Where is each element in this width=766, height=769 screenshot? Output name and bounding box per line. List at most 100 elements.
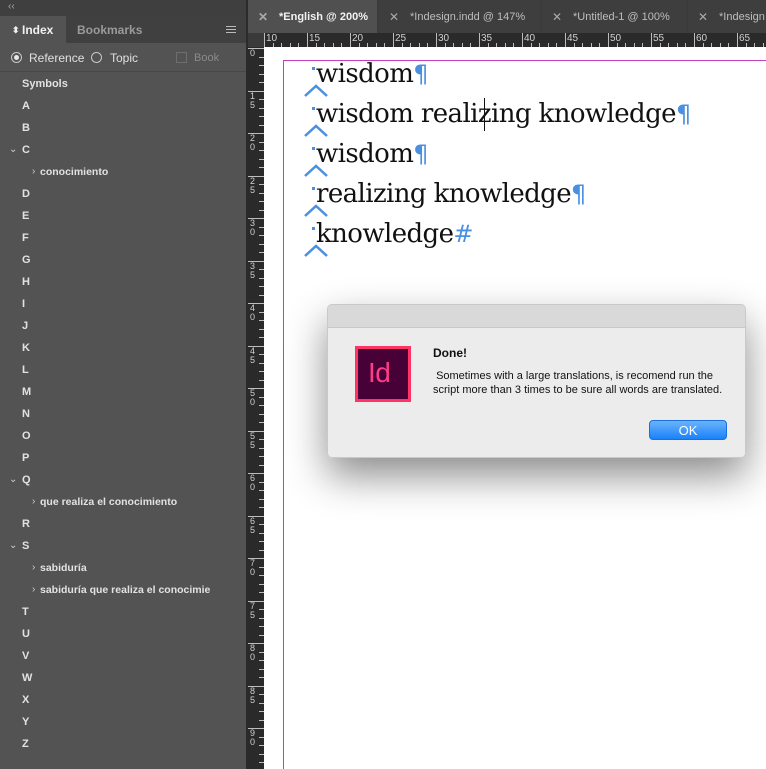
- index-marker-icon: [312, 227, 315, 230]
- tab-english-label: *English @ 200%: [279, 11, 368, 23]
- index-section[interactable]: A: [0, 95, 246, 117]
- ruler-label: 3 5: [250, 260, 256, 280]
- end-of-story-icon: #: [453, 220, 473, 248]
- index-section[interactable]: O: [0, 425, 246, 447]
- index-section[interactable]: ⌄ Q: [0, 469, 246, 491]
- index-section[interactable]: Symbols: [0, 73, 246, 95]
- index-marker-icon: [312, 147, 315, 150]
- ruler-major-tick: [737, 33, 738, 47]
- ruler-major-tick: [393, 33, 394, 47]
- index-entry-label: L: [22, 364, 29, 376]
- close-icon[interactable]: ✕: [258, 0, 268, 33]
- text-line[interactable]: knowledge#: [312, 219, 473, 249]
- panel-menu-icon[interactable]: [226, 16, 238, 43]
- index-subentry[interactable]: › sabiduría: [0, 557, 246, 579]
- index-section[interactable]: V: [0, 645, 246, 667]
- tab-english[interactable]: ✕ *English @ 200%: [248, 0, 377, 33]
- ruler-label: 20: [352, 33, 364, 44]
- chevron-down-icon[interactable]: ⌄: [9, 535, 17, 557]
- chevron-right-icon[interactable]: ›: [32, 491, 35, 513]
- index-section[interactable]: L: [0, 359, 246, 381]
- index-entry-label: O: [22, 430, 31, 442]
- index-section[interactable]: U: [0, 623, 246, 645]
- index-section[interactable]: M: [0, 381, 246, 403]
- panel-collapse-bar[interactable]: ‹‹: [0, 0, 246, 16]
- index-section[interactable]: P: [0, 447, 246, 469]
- index-section[interactable]: G: [0, 249, 246, 271]
- vertical-ruler[interactable]: 0 1 5 2 0 2 5 3 0 3 5 4 0 4 5 5 0 5 5 6 0 6 5 7 0 7 5…: [248, 47, 264, 769]
- chevron-right-icon[interactable]: ›: [32, 161, 35, 183]
- tab-bookmarks[interactable]: Bookmarks: [68, 16, 163, 43]
- reference-radio[interactable]: [11, 52, 22, 63]
- horizontal-ruler[interactable]: 10 15 20 25 30 35 40 45 50 55 60 65: [264, 33, 766, 47]
- ruler-origin[interactable]: [248, 33, 264, 47]
- index-entry-label: Symbols: [22, 78, 68, 90]
- index-entry-label: S: [22, 540, 30, 552]
- index-section[interactable]: W: [0, 667, 246, 689]
- chevron-down-icon[interactable]: ⌄: [9, 139, 17, 161]
- index-section[interactable]: H: [0, 271, 246, 293]
- line-text: wisdom: [316, 59, 414, 89]
- ruler-label: 40: [524, 33, 536, 44]
- tab-untitled-1-label: *Untitled-1 @ 100%: [573, 11, 670, 23]
- tab-indesign-indd-label: *Indesign.indd @ 147%: [410, 11, 526, 23]
- tab-index-label: Index: [22, 23, 54, 37]
- index-section[interactable]: Y: [0, 711, 246, 733]
- tab-indesign-indd[interactable]: ✕ *Indesign.indd @ 147%: [379, 0, 540, 33]
- index-section[interactable]: K: [0, 337, 246, 359]
- index-section[interactable]: D: [0, 183, 246, 205]
- index-panel: ‹‹ ⬍ Index Bookmarks Reference Topic Boo…: [0, 0, 246, 769]
- ruler-major-tick: [479, 33, 480, 47]
- index-section[interactable]: N: [0, 403, 246, 425]
- ruler-label: 6 0: [250, 473, 256, 492]
- index-subentry[interactable]: › sabiduría que realiza el conocimie: [0, 579, 246, 601]
- tab-indesign[interactable]: ✕ *Indesign: [688, 0, 766, 33]
- topic-radio[interactable]: [91, 52, 102, 63]
- index-entry-label: Q: [22, 474, 31, 486]
- index-entry-label: conocimiento: [40, 166, 109, 178]
- chevron-right-icon[interactable]: ›: [32, 557, 35, 579]
- index-section[interactable]: J: [0, 315, 246, 337]
- index-section[interactable]: X: [0, 689, 246, 711]
- index-section[interactable]: E: [0, 205, 246, 227]
- chevron-down-icon[interactable]: ⌄: [9, 469, 17, 491]
- ruler-label: 8 0: [250, 643, 256, 662]
- text-line[interactable]: wisdom¶: [312, 59, 429, 89]
- index-section[interactable]: I: [0, 293, 246, 315]
- index-section[interactable]: ⌄ S: [0, 535, 246, 557]
- index-entry-label: D: [22, 188, 30, 200]
- tab-untitled-1[interactable]: ✕ *Untitled-1 @ 100%: [542, 0, 686, 33]
- ruler-label: 7 0: [250, 558, 256, 577]
- pilcrow-icon: ¶: [571, 180, 586, 208]
- ok-button[interactable]: OK: [649, 420, 727, 440]
- index-section[interactable]: R: [0, 513, 246, 535]
- book-label: Book: [194, 52, 220, 64]
- chevron-right-icon[interactable]: ›: [32, 579, 35, 601]
- caret-insert-icon: [304, 244, 328, 257]
- index-section[interactable]: T: [0, 601, 246, 623]
- index-section[interactable]: F: [0, 227, 246, 249]
- index-entry-label: J: [22, 320, 29, 332]
- index-section[interactable]: Z: [0, 733, 246, 755]
- text-line[interactable]: wisdom realizing knowledge¶: [312, 99, 691, 129]
- book-checkbox[interactable]: [176, 52, 187, 63]
- text-line[interactable]: wisdom¶: [312, 139, 429, 169]
- index-section[interactable]: ⌄ C: [0, 139, 246, 161]
- index-marker-icon: [312, 67, 315, 70]
- topic-label[interactable]: Topic: [110, 52, 138, 65]
- tab-index[interactable]: ⬍ Index: [0, 16, 66, 43]
- close-icon[interactable]: ✕: [389, 0, 399, 33]
- indesign-app-icon: Id: [355, 346, 411, 402]
- index-subentry[interactable]: › que realiza el conocimiento: [0, 491, 246, 513]
- text-line[interactable]: realizing knowledge¶: [312, 179, 586, 209]
- close-icon[interactable]: ✕: [698, 0, 708, 33]
- ruler-label: 1 5: [250, 90, 256, 110]
- ruler-label: 7 5: [250, 600, 256, 620]
- index-section[interactable]: B: [0, 117, 246, 139]
- index-subentry[interactable]: › conocimiento: [0, 161, 246, 183]
- reference-label[interactable]: Reference: [29, 52, 84, 65]
- dialog-titlebar[interactable]: [328, 305, 745, 328]
- ruler-label: 8 5: [250, 685, 256, 705]
- double-chevron-icon[interactable]: ‹‹: [8, 0, 15, 14]
- close-icon[interactable]: ✕: [552, 0, 562, 33]
